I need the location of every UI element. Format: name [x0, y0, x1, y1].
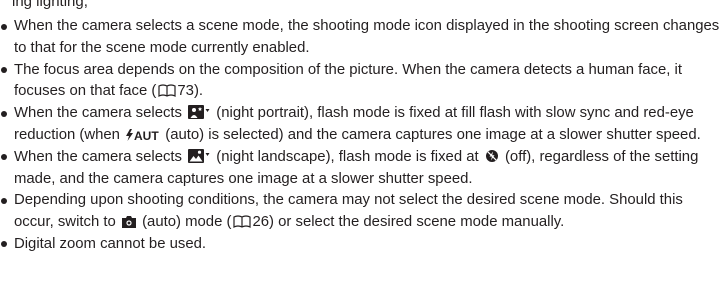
- book-reference-icon: [233, 215, 252, 229]
- night-landscape-scene-icon: [188, 148, 210, 163]
- bullet-dot: [1, 110, 7, 117]
- svg-text:AUTO: AUTO: [134, 129, 159, 141]
- manual-page: ing lighting, When the camera selects a …: [0, 0, 728, 296]
- bullet-dot: [1, 23, 7, 30]
- flash-auto-icon: AUTO: [125, 128, 159, 141]
- note-item: The focus area depends on the compositio…: [0, 60, 728, 104]
- bullet-dot: [1, 67, 7, 74]
- note-item: Digital zoom cannot be used.: [0, 234, 728, 256]
- note-item: When the camera selects (night portrait)…: [0, 103, 728, 147]
- bullet-dot: [1, 241, 7, 248]
- notes-list: When the camera selects a scene mode, th…: [0, 16, 728, 256]
- note-item: When the camera selects (night landscape…: [0, 147, 728, 191]
- note-item: When the camera selects a scene mode, th…: [0, 16, 728, 60]
- note-item: Depending upon shooting conditions, the …: [0, 190, 728, 234]
- bullet-dot: [1, 154, 7, 161]
- flash-off-icon: [485, 149, 498, 162]
- auto-camera-icon: [121, 216, 136, 229]
- book-reference-icon: [158, 84, 176, 98]
- cut-off-previous-line: ing lighting,: [12, 0, 88, 10]
- night-portrait-scene-icon: [188, 105, 210, 120]
- bullet-dot: [1, 197, 7, 204]
